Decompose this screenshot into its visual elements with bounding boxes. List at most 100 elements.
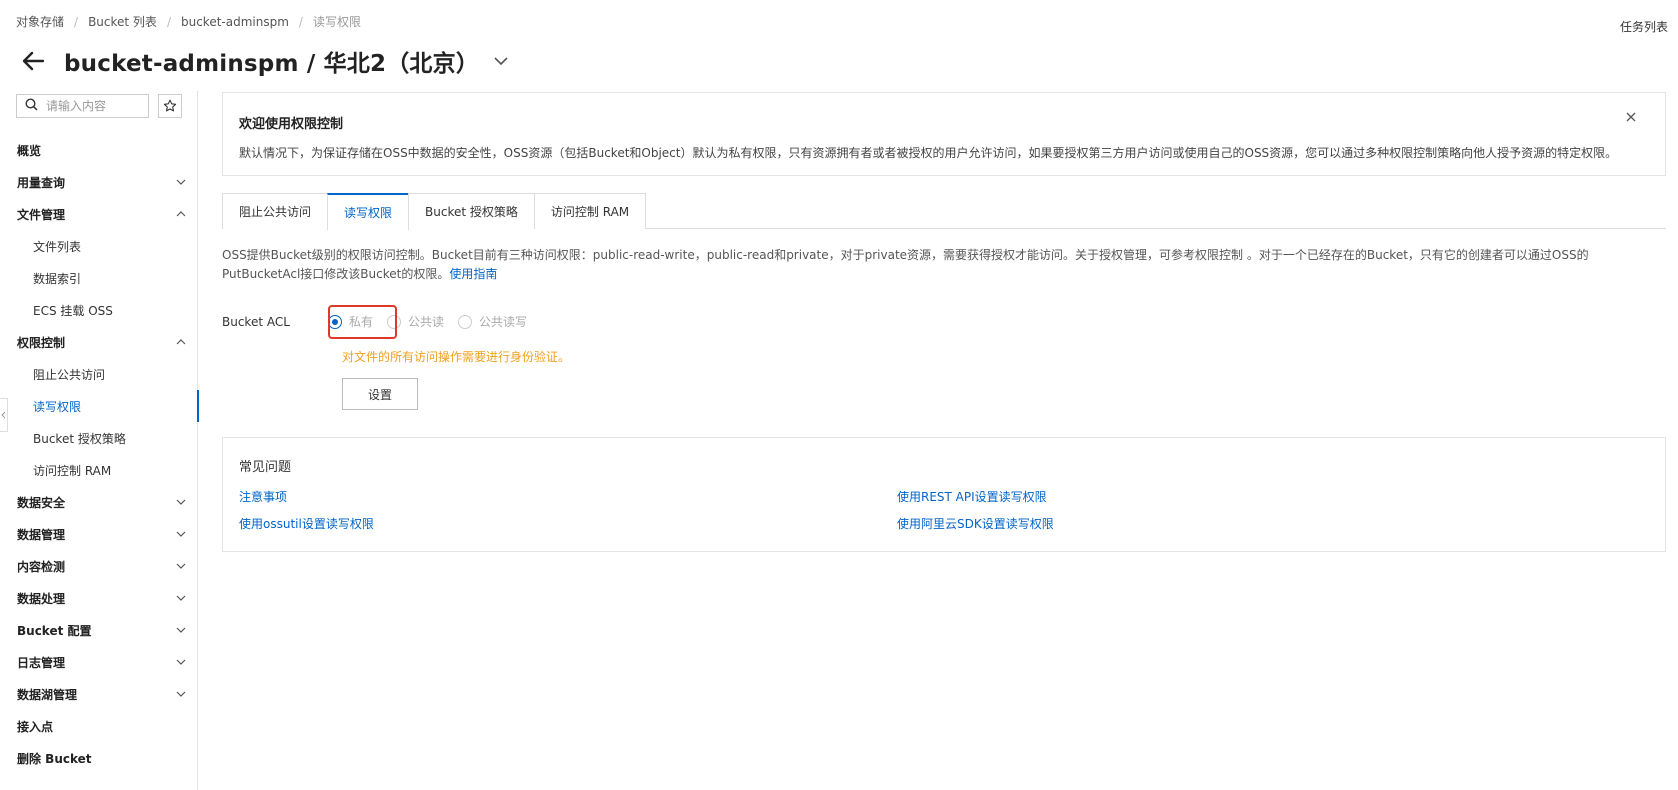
radio-circle <box>458 314 473 329</box>
radio-label: 公共读写 <box>479 315 528 329</box>
chevron-down-icon <box>176 179 186 185</box>
faq-section: 常见问题 注意事项 使用REST API设置读写权限 使用ossutil设置读写… <box>222 437 1666 552</box>
faq-link-notes[interactable]: 注意事项 <box>239 488 287 505</box>
sidebar-item-content-detection[interactable]: 内容检测 <box>0 550 198 582</box>
sidebar-item-ram[interactable]: 访问控制 RAM <box>0 454 198 486</box>
sidebar-item-data-processing[interactable]: 数据处理 <box>0 582 198 614</box>
description-text: OSS提供Bucket级别的权限访问控制。Bucket目前有三种访问权限：pub… <box>222 248 1589 281</box>
chevron-down-icon <box>176 691 186 697</box>
sidebar-item-label: Bucket 授权策略 <box>33 431 126 446</box>
title-row: bucket-adminspm / 华北2（北京） <box>18 44 511 78</box>
sidebar-item-label: 权限控制 <box>17 335 66 350</box>
sidebar-search-input[interactable] <box>46 99 136 113</box>
sidebar-search <box>16 94 149 118</box>
sidebar-item-label: 数据索引 <box>33 271 82 286</box>
breadcrumb-item-bucket-list[interactable]: Bucket 列表 <box>88 13 157 30</box>
acl-radio-public-read[interactable]: 公共读 <box>387 313 444 330</box>
acl-radio-group: 私有 公共读 公共读写 <box>328 313 541 330</box>
page-title: bucket-adminspm / 华北2（北京） <box>64 51 480 77</box>
sidebar-item-data-index[interactable]: 数据索引 <box>0 262 198 294</box>
sidebar-item-label: 读写权限 <box>33 399 82 414</box>
faq-title: 常见问题 <box>239 460 292 475</box>
sidebar-item-label: Bucket 配置 <box>17 623 92 638</box>
radio-label: 私有 <box>349 315 374 329</box>
acl-hint-text: 对文件的所有访问操作需要进行身份验证。 <box>342 350 571 364</box>
sidebar-item-read-write-permission[interactable]: 读写权限 <box>0 390 199 422</box>
task-list-link[interactable]: 任务列表 <box>1620 18 1668 35</box>
acl-section: Bucket ACL 私有 公共读 公共读写 对文件的所有访问操作需要进行身份验… <box>222 305 1666 423</box>
sidebar-item-label: 访问控制 RAM <box>33 463 112 478</box>
faq-link-rest-api[interactable]: 使用REST API设置读写权限 <box>897 488 1047 505</box>
chevron-down-icon <box>176 531 186 537</box>
breadcrumb-separator: / <box>298 14 303 29</box>
faq-link-sdk[interactable]: 使用阿里云SDK设置读写权限 <box>897 515 1054 532</box>
sidebar-item-data-security[interactable]: 数据安全 <box>0 486 198 518</box>
sidebar-item-access-point[interactable]: 接入点 <box>0 710 198 742</box>
faq-link-ossutil[interactable]: 使用ossutil设置读写权限 <box>239 515 374 532</box>
sidebar-item-label: 概览 <box>17 143 42 158</box>
sidebar-item-label: ECS 挂载 OSS <box>33 303 113 318</box>
tab-block-public-access[interactable]: 阻止公共访问 <box>222 193 329 229</box>
sidebar-item-label: 文件列表 <box>33 239 82 254</box>
chevron-down-icon <box>176 627 186 633</box>
acl-label: Bucket ACL <box>222 315 290 329</box>
sidebar-item-label: 内容检测 <box>17 559 66 574</box>
close-icon[interactable] <box>1625 111 1639 125</box>
tab-bucket-policy[interactable]: Bucket 授权策略 <box>408 193 535 229</box>
chevron-down-icon <box>176 499 186 505</box>
sidebar-item-block-public-access[interactable]: 阻止公共访问 <box>0 358 198 390</box>
breadcrumb-item-current: 读写权限 <box>312 15 361 29</box>
chevron-left-icon <box>1 411 6 419</box>
breadcrumb-separator: / <box>74 14 79 29</box>
chevron-down-icon <box>176 659 186 665</box>
chevron-down-icon <box>176 563 186 569</box>
tab-read-write-permission[interactable]: 读写权限 <box>327 193 410 230</box>
set-acl-button[interactable]: 设置 <box>342 378 418 410</box>
permission-tabs: 阻止公共访问 读写权限 Bucket 授权策略 访问控制 RAM <box>222 193 1666 230</box>
permission-description: OSS提供Bucket级别的权限访问控制。Bucket目前有三种访问权限：pub… <box>222 246 1666 284</box>
main-content: 欢迎使用权限控制 默认情况下，为保证存储在OSS中数据的安全性，OSS资源（包括… <box>222 92 1666 552</box>
sidebar-item-label: 文件管理 <box>17 207 66 222</box>
breadcrumb: 对象存储 / Bucket 列表 / bucket-adminspm / 读写权… <box>16 13 361 30</box>
sidebar-item-label: 数据管理 <box>17 527 66 542</box>
acl-radio-private[interactable]: 私有 <box>328 313 373 330</box>
sidebar-item-label: 数据安全 <box>17 495 66 510</box>
breadcrumb-separator: / <box>166 14 171 29</box>
sidebar-item-data-management[interactable]: 数据管理 <box>0 518 198 550</box>
breadcrumb-item-object-storage[interactable]: 对象存储 <box>16 13 64 30</box>
sidebar-item-file-management[interactable]: 文件管理 <box>0 198 198 230</box>
sidebar-item-data-lake[interactable]: 数据湖管理 <box>0 678 198 710</box>
sidebar-item-bucket-config[interactable]: Bucket 配置 <box>0 614 198 646</box>
sidebar-item-label: 接入点 <box>17 719 54 734</box>
acl-radio-public-read-write[interactable]: 公共读写 <box>458 313 527 330</box>
breadcrumb-item-bucket[interactable]: bucket-adminspm <box>181 15 289 29</box>
radio-label: 公共读 <box>408 315 445 329</box>
region-chevron-down-icon[interactable] <box>493 52 511 70</box>
sidebar-item-ecs-mount[interactable]: ECS 挂载 OSS <box>0 294 198 326</box>
tab-ram[interactable]: 访问控制 RAM <box>533 193 647 229</box>
sidebar-nav: 概览 用量查询 文件管理 文件列表 数据索引 ECS 挂载 OSS 权限控制 阻… <box>0 134 199 774</box>
sidebar-item-label: 数据湖管理 <box>17 687 78 702</box>
chevron-up-icon <box>176 339 186 345</box>
sidebar-item-usage-query[interactable]: 用量查询 <box>0 166 198 198</box>
user-guide-link[interactable]: 使用指南 <box>449 267 497 281</box>
radio-circle <box>387 314 402 329</box>
sidebar-item-label: 用量查询 <box>17 175 66 190</box>
sidebar-item-permission-control[interactable]: 权限控制 <box>0 326 198 358</box>
sidebar-item-bucket-policy[interactable]: Bucket 授权策略 <box>0 422 198 454</box>
chevron-up-icon <box>176 211 186 217</box>
sidebar-item-delete-bucket[interactable]: 删除 Bucket <box>0 742 198 774</box>
favorite-star-button[interactable] <box>158 94 182 118</box>
notice-text: 默认情况下，为保证存储在OSS中数据的安全性，OSS资源（包括Bucket和Ob… <box>239 146 1618 160</box>
notice-title: 欢迎使用权限控制 <box>239 117 344 132</box>
back-arrow-icon[interactable] <box>18 46 48 76</box>
sidebar-collapse-handle[interactable] <box>0 398 8 432</box>
sidebar-item-file-list[interactable]: 文件列表 <box>0 230 198 262</box>
star-icon <box>163 99 177 112</box>
sidebar-item-log-management[interactable]: 日志管理 <box>0 646 198 678</box>
sidebar-item-label: 阻止公共访问 <box>33 367 106 382</box>
chevron-down-icon <box>176 595 186 601</box>
sidebar-item-overview[interactable]: 概览 <box>0 134 198 166</box>
sidebar-item-label: 日志管理 <box>17 655 66 670</box>
sidebar-item-label: 数据处理 <box>17 591 66 606</box>
